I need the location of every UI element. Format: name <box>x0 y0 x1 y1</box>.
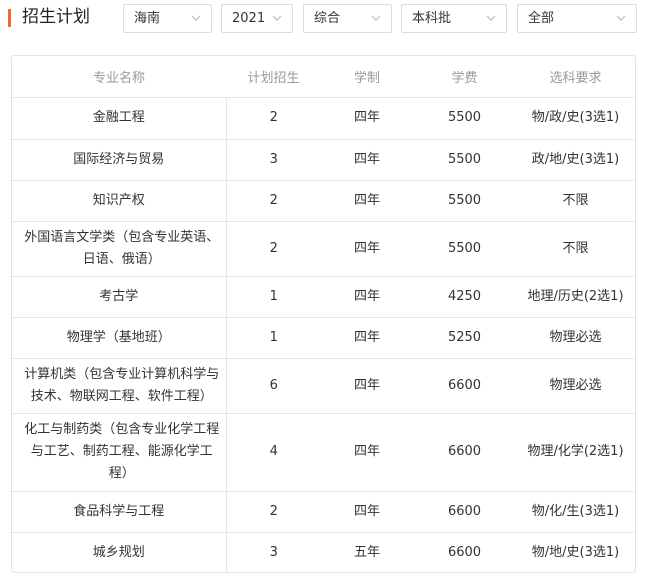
table-row: 城乡规划 3 五年 6600 物/地/史(3选1) <box>12 532 635 573</box>
table-header-row: 专业名称 计划招生 学制 学费 选科要求 <box>12 56 635 98</box>
major-cell: 国际经济与贸易 <box>12 139 227 181</box>
page-title: 招生计划 <box>22 7 90 27</box>
plan-cell: 4 <box>226 413 321 492</box>
major-cell: 外国语言文学类（包含专业英语、日语、俄语） <box>12 221 227 277</box>
column-header-major: 专业名称 <box>12 56 226 98</box>
duration-cell: 四年 <box>321 139 413 181</box>
column-header-subjects: 选科要求 <box>516 56 635 98</box>
duration-cell: 四年 <box>321 413 413 492</box>
tuition-cell: 4250 <box>413 276 516 318</box>
province-select-value: 海南 <box>134 11 161 26</box>
tuition-cell: 5500 <box>413 180 516 222</box>
duration-cell: 四年 <box>321 180 413 222</box>
subjects-cell: 物/化/生(3选1) <box>516 491 635 533</box>
tuition-cell: 6600 <box>413 491 516 533</box>
column-header-plan: 计划招生 <box>226 56 321 98</box>
major-cell: 计算机类（包含专业计算机科学与技术、物联网工程、软件工程） <box>12 358 227 414</box>
duration-cell: 四年 <box>321 276 413 318</box>
table-row: 食品科学与工程 2 四年 6600 物/化/生(3选1) <box>12 491 635 533</box>
major-cell: 食品科学与工程 <box>12 491 227 533</box>
major-cell: 考古学 <box>12 276 227 318</box>
table-row: 物理学（基地班） 1 四年 5250 物理必选 <box>12 317 635 359</box>
duration-cell: 四年 <box>321 491 413 533</box>
tuition-cell: 6600 <box>447 544 482 560</box>
major-cell: 化工与制药类（包含专业化学工程与工艺、制药工程、能源化学工程） <box>12 413 227 492</box>
subjects-cell: 物理/化学(2选1) <box>516 413 635 492</box>
column-header-duration: 学制 <box>321 56 413 98</box>
column-header-tuition: 学费 <box>413 56 516 98</box>
tuition-cell: 6600 <box>413 358 516 414</box>
chevron-down-icon <box>486 13 496 23</box>
tuition-cell: 5500 <box>413 139 516 181</box>
major-cell: 知识产权 <box>12 180 227 222</box>
enrollment-plan-table: 专业名称 计划招生 学制 学费 选科要求 金融工程 2 四年 5500 物/政/… <box>12 56 635 573</box>
year-select[interactable]: 2021 <box>221 4 293 33</box>
subjects-cell: 不限 <box>516 221 635 277</box>
duration-cell: 四年 <box>321 97 413 140</box>
plan-cell: 1 <box>226 317 321 359</box>
major-cell: 金融工程 <box>12 97 227 140</box>
batch-select[interactable]: 本科批 <box>401 4 507 33</box>
chevron-down-icon <box>371 13 381 23</box>
subjects-cell: 物理必选 <box>516 317 635 359</box>
chevron-down-icon <box>191 13 201 23</box>
tuition-cell: 5500 <box>413 221 516 277</box>
category-select-value: 全部 <box>528 11 555 26</box>
plan-cell: 2 <box>226 491 321 533</box>
year-select-value: 2021 <box>232 11 266 26</box>
major-cell: 城乡规划 <box>12 532 227 573</box>
table-row: 考古学 1 四年 4250 地理/历史(2选1) <box>12 276 635 318</box>
subjects-cell: 物/地/史(3选1) <box>531 544 620 560</box>
batch-select-value: 本科批 <box>412 11 452 26</box>
table-row: 金融工程 2 四年 5500 物/政/史(3选1) <box>12 97 635 140</box>
plan-cell: 1 <box>226 276 321 318</box>
major-cell: 物理学（基地班） <box>12 317 227 359</box>
plan-cell: 2 <box>226 180 321 222</box>
plan-cell: 6 <box>226 358 321 414</box>
category-select[interactable]: 全部 <box>517 4 637 33</box>
subject-type-select[interactable]: 综合 <box>303 4 392 33</box>
chevron-down-icon <box>272 13 282 23</box>
table-row: 外国语言文学类（包含专业英语、日语、俄语） 2 四年 5500 不限 <box>12 221 635 277</box>
enrollment-plan-card: 专业名称 计划招生 学制 学费 选科要求 金融工程 2 四年 5500 物/政/… <box>11 55 636 573</box>
subjects-cell: 物理必选 <box>516 358 635 414</box>
table-row: 化工与制药类（包含专业化学工程与工艺、制药工程、能源化学工程） 4 四年 660… <box>12 413 635 492</box>
subjects-cell: 物/政/史(3选1) <box>516 97 635 140</box>
province-select[interactable]: 海南 <box>123 4 212 33</box>
duration-cell: 四年 <box>321 358 413 414</box>
subjects-cell: 政/地/史(3选1) <box>516 139 635 181</box>
plan-cell: 2 <box>226 97 321 140</box>
duration-cell: 五年 <box>353 544 380 560</box>
title-accent-bar <box>8 9 11 27</box>
tuition-cell: 6600 <box>413 413 516 492</box>
table-row: 计算机类（包含专业计算机科学与技术、物联网工程、软件工程） 6 四年 6600 … <box>12 358 635 414</box>
subjects-cell: 地理/历史(2选1) <box>516 276 635 318</box>
page-header: 招生计划 海南 2021 综合 本科批 全部 <box>0 0 647 38</box>
table-row: 知识产权 2 四年 5500 不限 <box>12 180 635 222</box>
duration-cell: 四年 <box>321 221 413 277</box>
subjects-cell: 不限 <box>516 180 635 222</box>
tuition-cell: 5250 <box>413 317 516 359</box>
tuition-cell: 5500 <box>413 97 516 140</box>
subject-type-select-value: 综合 <box>314 11 341 26</box>
plan-cell: 3 <box>226 139 321 181</box>
plan-cell: 2 <box>226 221 321 277</box>
duration-cell: 四年 <box>321 317 413 359</box>
chevron-down-icon <box>616 13 626 23</box>
table-row: 国际经济与贸易 3 四年 5500 政/地/史(3选1) <box>12 139 635 181</box>
plan-cell: 3 <box>269 544 278 560</box>
